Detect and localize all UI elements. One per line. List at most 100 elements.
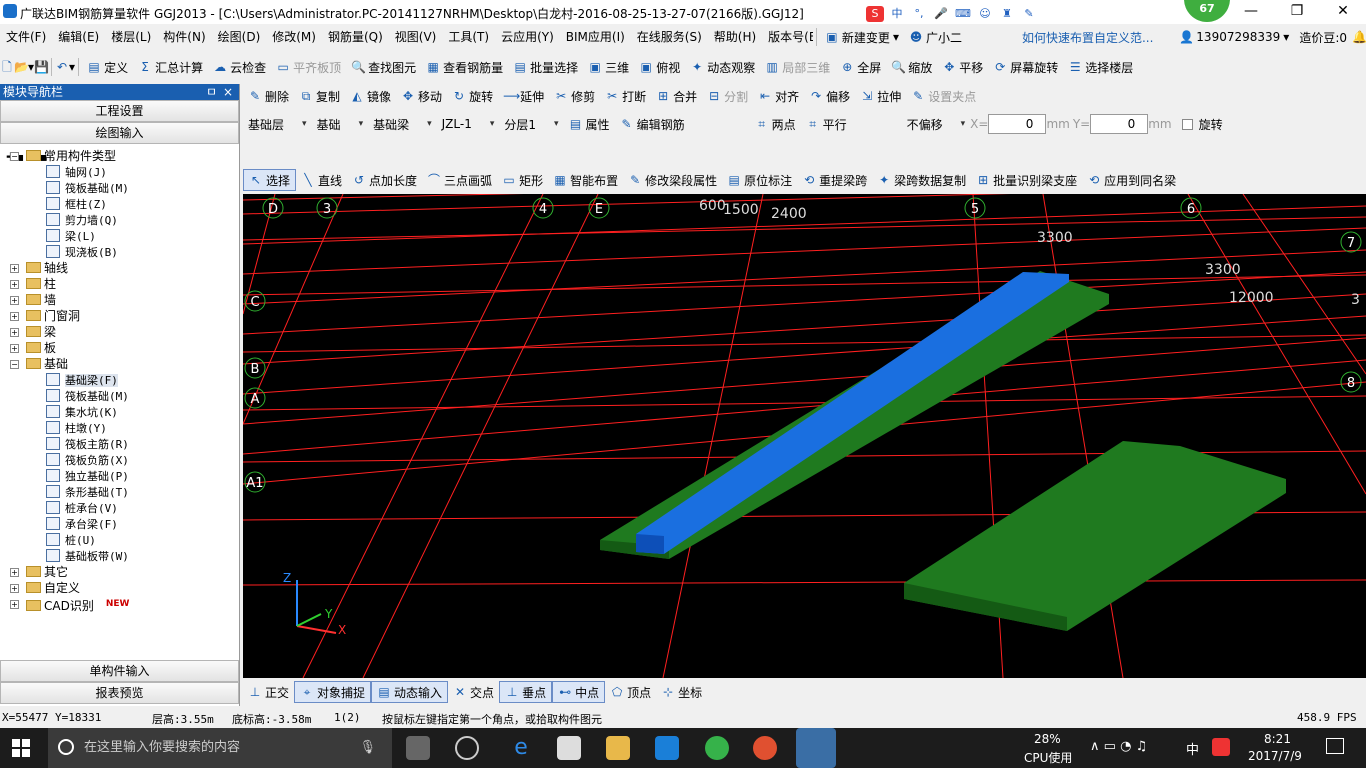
toolbar-button[interactable]: ✦ 动态观察 [685, 56, 760, 78]
component-name-select[interactable]: JZL-1 [437, 114, 500, 134]
toolbar-button[interactable]: ⊕ 全屏 [835, 56, 886, 78]
expand-toggle-icon[interactable]: + [10, 600, 19, 609]
draw-button[interactable]: ▭ 矩形 [497, 169, 548, 191]
toolbar-button[interactable]: ▭ 平齐板顶 [271, 56, 346, 78]
tree-item[interactable]: 独立基础(P) [0, 468, 238, 484]
toolbar-button[interactable]: ⟳ 屏幕旋转 [988, 56, 1063, 78]
expand-toggle-icon[interactable]: + [10, 584, 19, 593]
user-account[interactable]: 👤 13907298339 ▾ [1174, 26, 1294, 48]
menu-item[interactable]: 编辑(E) [52, 24, 105, 50]
expand-toggle-icon[interactable]: − [10, 360, 19, 369]
modify-button[interactable]: ✎ 设置夹点 [906, 85, 981, 107]
glodon-icon[interactable] [655, 736, 679, 760]
expand-toggle-icon[interactable]: + [10, 296, 19, 305]
draw-button[interactable]: ▤ 原位标注 [722, 169, 797, 191]
two-point-button[interactable]: ⌗ 两点 [750, 113, 801, 135]
tree-folder[interactable]: + 自定义 [0, 580, 238, 596]
shirt-icon[interactable]: ♜ [998, 6, 1016, 22]
project-settings-button[interactable]: 工程设置 [0, 100, 239, 122]
tree-folder[interactable]: + 门窗洞 [0, 308, 238, 324]
windows-start-icon[interactable] [12, 739, 30, 757]
glodon-red-icon[interactable] [753, 736, 777, 760]
keyboard-icon[interactable]: ⌨ [954, 6, 972, 22]
explorer-icon[interactable] [606, 736, 630, 760]
tree-item[interactable]: 桩承台(V) [0, 500, 238, 516]
y-input[interactable]: 0 [1090, 114, 1149, 134]
toolbar-button[interactable]: 🔍 查找图元 [346, 56, 421, 78]
menu-item[interactable]: 修改(M) [266, 24, 322, 50]
menu-item[interactable]: BIM应用(I) [560, 24, 631, 50]
menu-item[interactable]: 楼层(L) [105, 24, 157, 50]
task-view-icon[interactable] [406, 736, 430, 760]
panel-close-icon[interactable]: × [223, 84, 233, 100]
expand-toggle-icon[interactable]: − [10, 152, 19, 161]
modify-button[interactable]: ⟶ 延伸 [498, 85, 549, 107]
tray-lang[interactable]: 中 [1186, 739, 1199, 758]
mic-icon[interactable]: 🎤 [932, 6, 950, 22]
edit-rebar-button[interactable]: ✎ 编辑钢筋 [615, 113, 690, 135]
single-input-button[interactable]: 单构件输入 [0, 660, 239, 682]
draw-button[interactable]: ✎ 修改梁段属性 [623, 169, 722, 191]
badge-67[interactable]: 67 [1184, 0, 1230, 22]
store-icon[interactable] [557, 736, 581, 760]
tree-item[interactable]: 筏板负筋(X) [0, 452, 238, 468]
save-icon[interactable]: 💾 [34, 60, 49, 74]
tip-link[interactable]: 如何快速布置自定义范... [1017, 26, 1174, 48]
tray-icons[interactable]: ∧ ▭ ◔ ♫ [1090, 739, 1147, 754]
draw-button[interactable]: ╲ 直线 [296, 169, 347, 191]
tree-folder[interactable]: − 常用构件类型 [0, 148, 238, 164]
draw-button[interactable]: ⟲ 应用到同名梁 [1082, 169, 1181, 191]
tree-item[interactable]: 梁(L) [0, 228, 238, 244]
draw-input-button[interactable]: 绘图输入 [0, 122, 239, 144]
menu-item[interactable]: 视图(V) [389, 24, 443, 50]
toolbar-button[interactable]: ▣ 俯视 [634, 56, 685, 78]
tree-folder[interactable]: + 墙 [0, 292, 238, 308]
rotate-checkbox[interactable] [1181, 118, 1193, 130]
tree-item[interactable]: 桩(U) [0, 532, 238, 548]
drawing-viewport[interactable]: D 3 4 E 5 6 7 C B A A1 8 3300 3300 12000 2400 1500 600 3 Z… [243, 194, 1366, 678]
snap-toggle[interactable]: ⬠ 顶点 [605, 681, 656, 703]
draw-button[interactable]: ⊞ 批量识别梁支座 [971, 169, 1082, 191]
toolbar-button[interactable]: ▦ 查看钢筋量 [421, 56, 508, 78]
draw-button[interactable]: ▦ 智能布置 [548, 169, 623, 191]
new-change-button[interactable]: ▣ 新建变更 ▾ [820, 26, 904, 48]
tree-item[interactable]: 现浇板(B) [0, 244, 238, 260]
expand-toggle-icon[interactable]: + [10, 568, 19, 577]
menu-item[interactable]: 构件(N) [157, 24, 211, 50]
edge-icon[interactable]: e [509, 736, 533, 760]
toolbar-button[interactable]: ☁ 云检查 [208, 56, 271, 78]
tree-folder[interactable]: + 轴线 [0, 260, 238, 276]
snap-toggle[interactable]: ⌖ 对象捕捉 [294, 681, 372, 703]
glodon-green-icon[interactable] [705, 736, 729, 760]
category-select[interactable]: 基础 [312, 114, 369, 134]
modify-button[interactable]: ✎ 删除 [243, 85, 294, 107]
tree-folder[interactable]: + 柱 [0, 276, 238, 292]
maximize-button[interactable]: ❐ [1274, 0, 1320, 24]
tree-item[interactable]: 集水坑(K) [0, 404, 238, 420]
draw-button[interactable]: ⟲ 重提梁跨 [797, 169, 872, 191]
mic-icon-taskbar[interactable]: 🎙 [359, 728, 376, 768]
tree-item[interactable]: 框柱(Z) [0, 196, 238, 212]
tree-item[interactable]: 筏板基础(M) [0, 180, 238, 196]
snap-toggle[interactable]: ✕ 交点 [448, 681, 499, 703]
draw-button[interactable]: ↺ 点加长度 [347, 169, 422, 191]
snap-toggle[interactable]: ▤ 动态输入 [371, 681, 449, 703]
sogou-tray-icon[interactable] [1212, 738, 1230, 756]
tree-item[interactable]: 条形基础(T) [0, 484, 238, 500]
foundation-beam[interactable] [636, 272, 1069, 554]
undo-icon[interactable]: ↶ [55, 60, 69, 74]
x-input[interactable]: 0 [988, 114, 1047, 134]
floor-select[interactable]: 基础层 [243, 114, 312, 134]
toolbar-button[interactable]: ▤ 批量选择 [508, 56, 583, 78]
tree-item[interactable]: 柱墩(Y) [0, 420, 238, 436]
modify-button[interactable]: ✂ 打断 [600, 85, 651, 107]
open-folder-icon[interactable]: 📂 [14, 60, 29, 74]
draw-button[interactable]: ↖ 选择 [243, 169, 297, 191]
close-button[interactable]: ✕ [1320, 0, 1366, 24]
modify-button[interactable]: ↻ 旋转 [447, 85, 498, 107]
punct-icon[interactable]: °, [910, 6, 928, 22]
layer-select[interactable]: 分层1 [499, 114, 563, 134]
expand-toggle-icon[interactable]: + [10, 344, 19, 353]
menu-item[interactable]: 文件(F) [0, 24, 52, 50]
menu-item[interactable]: 钢筋量(Q) [322, 24, 389, 50]
